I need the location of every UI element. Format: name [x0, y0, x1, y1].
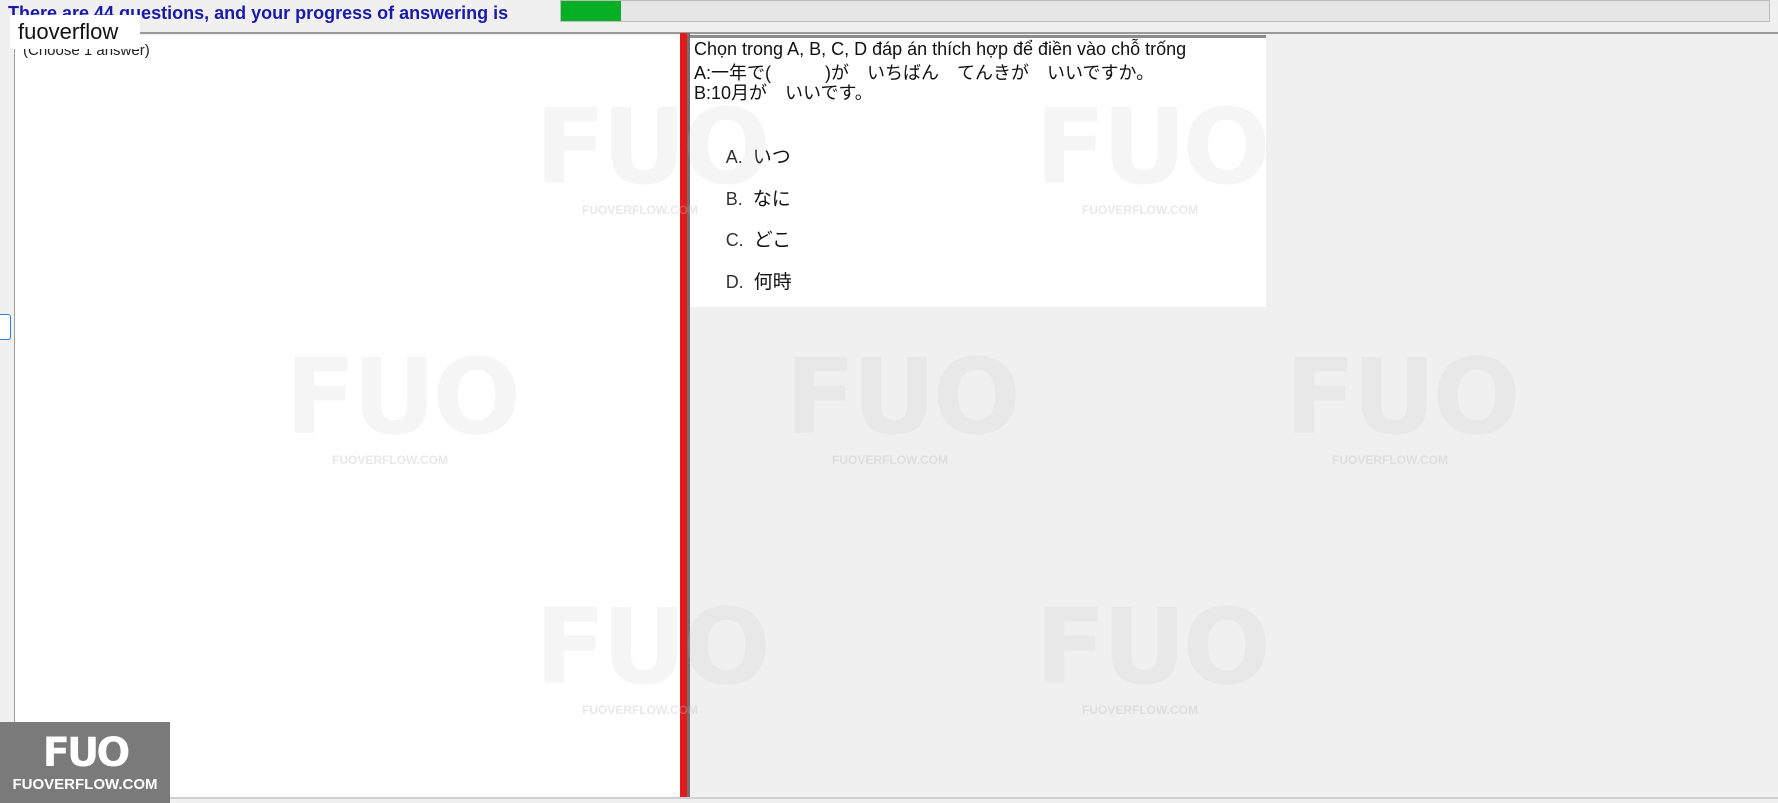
- logo-site-name: FUOVERFLOW.COM: [12, 776, 158, 793]
- watermark-site: FUOVERFLOW.COM: [1332, 453, 1448, 467]
- progress-bar-fill: [561, 1, 622, 21]
- watermark-logo: FUO: [785, 336, 1021, 458]
- side-collapse-handle[interactable]: [0, 314, 11, 340]
- option-d-text: 何時: [753, 272, 792, 293]
- logo-mark: FUO: [42, 730, 131, 776]
- option-d-letter: D.: [725, 272, 744, 292]
- site-logo: FUO FUOVERFLOW.COM: [0, 722, 170, 803]
- watermark: FUO FUOVERFLOW.COM: [1035, 586, 1271, 717]
- bottom-border: [14, 797, 1778, 799]
- app-window: There are 44 questions, and your progres…: [0, 0, 1778, 803]
- answer-panel: (Choose 1 answer): [14, 35, 681, 797]
- progress-bar: [560, 0, 1770, 22]
- watermark-logo: FUO: [1285, 336, 1521, 458]
- option-d: D. 何時: [694, 245, 792, 316]
- watermark: FUO FUOVERFLOW.COM: [785, 336, 1021, 467]
- question-line-b: B:10月が いいです。: [694, 83, 873, 103]
- question-instruction: Chọn trong A, B, C, D đáp án thích hợp đ…: [694, 39, 1187, 59]
- brand-label: fuoverflow: [10, 15, 140, 49]
- question-panel: Chọn trong A, B, C, D đáp án thích hợp đ…: [690, 35, 1266, 307]
- header-divider: [14, 32, 1778, 34]
- watermark-logo: FUO: [1035, 586, 1271, 708]
- watermark: FUO FUOVERFLOW.COM: [1285, 336, 1521, 467]
- watermark-site: FUOVERFLOW.COM: [832, 453, 948, 467]
- progress-header: There are 44 questions, and your progres…: [0, 0, 1778, 26]
- panel-splitter[interactable]: [680, 33, 687, 797]
- watermark-site: FUOVERFLOW.COM: [1082, 703, 1198, 717]
